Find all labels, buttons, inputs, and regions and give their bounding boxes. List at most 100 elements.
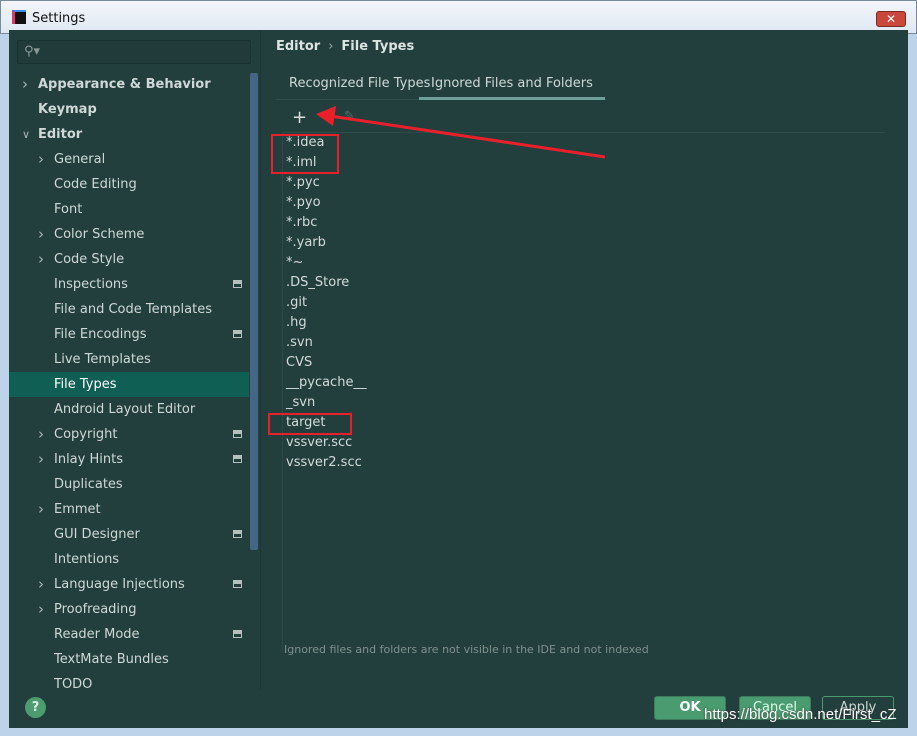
- hint-text: Ignored files and folders are not visibl…: [284, 643, 649, 656]
- search-icon: ⚲▾: [24, 44, 41, 59]
- help-button[interactable]: ?: [25, 697, 46, 718]
- sidebar-item[interactable]: Intentions: [9, 547, 249, 572]
- sidebar-item-label: Appearance & Behavior: [38, 77, 211, 92]
- chevron-right-icon[interactable]: ›: [22, 72, 28, 97]
- sidebar-item[interactable]: Inspections: [9, 272, 249, 297]
- sidebar-scrollbar[interactable]: [250, 73, 258, 550]
- sidebar-item-label: Copyright: [54, 427, 118, 442]
- sidebar-item[interactable]: File Encodings: [9, 322, 249, 347]
- sidebar-item-label: Code Editing: [54, 177, 137, 192]
- sidebar-item-label: Inspections: [54, 277, 128, 292]
- sidebar-item-label: Proofreading: [54, 602, 137, 617]
- list-item[interactable]: *.yarb: [286, 233, 326, 253]
- list-item[interactable]: *.rbc: [286, 213, 317, 233]
- list-item[interactable]: *~: [286, 253, 303, 273]
- list-item[interactable]: CVS: [286, 353, 312, 373]
- list-item[interactable]: *.iml: [286, 153, 317, 173]
- list-item[interactable]: *.pyo: [286, 193, 321, 213]
- sidebar-item[interactable]: › Language Injections: [9, 572, 249, 597]
- sidebar-item-label: Language Injections: [54, 577, 185, 592]
- project-settings-icon: [233, 330, 242, 338]
- list-item[interactable]: *.pyc: [286, 173, 320, 193]
- tab-ignored-files-and-folders[interactable]: Ignored Files and Folders: [419, 76, 605, 100]
- list-item[interactable]: target: [286, 413, 326, 433]
- sidebar-item-label: Color Scheme: [54, 227, 145, 242]
- list-item[interactable]: __pycache__: [286, 373, 366, 393]
- sidebar-item[interactable]: › Code Style: [9, 247, 249, 272]
- chevron-right-icon[interactable]: ›: [38, 597, 44, 622]
- sidebar-item[interactable]: Reader Mode: [9, 622, 249, 647]
- sidebar-item-label: Intentions: [54, 552, 120, 567]
- sidebar-item[interactable]: File and Code Templates: [9, 297, 249, 322]
- sidebar-item[interactable]: › Proofreading: [9, 597, 249, 622]
- sidebar-item[interactable]: ∨ Editor: [9, 122, 249, 147]
- search-input[interactable]: ⚲▾: [17, 40, 251, 64]
- sidebar-item-label: Android Layout Editor: [54, 402, 196, 417]
- breadcrumb-separator: ›: [328, 39, 334, 54]
- project-settings-icon: [233, 530, 242, 538]
- sidebar-item-label: TODO: [54, 677, 93, 692]
- breadcrumb: Editor › File Types: [276, 39, 414, 54]
- sidebar-item-label: Reader Mode: [54, 627, 140, 642]
- title-bar: Settings ✕: [0, 0, 917, 34]
- chevron-right-icon[interactable]: ›: [38, 247, 44, 272]
- sidebar-item[interactable]: Android Layout Editor: [9, 397, 249, 422]
- sidebar-item-label: Code Style: [54, 252, 125, 267]
- breadcrumb-parent[interactable]: Editor: [276, 39, 320, 54]
- sidebar-item-label: GUI Designer: [54, 527, 140, 542]
- chevron-right-icon[interactable]: ›: [38, 447, 44, 472]
- sidebar-item[interactable]: › Copyright: [9, 422, 249, 447]
- list-toolbar: + ✎: [282, 107, 885, 133]
- list-item[interactable]: vssver.scc: [286, 433, 352, 453]
- sidebar-item[interactable]: File Types: [9, 372, 249, 397]
- sidebar-item[interactable]: TextMate Bundles: [9, 647, 249, 672]
- sidebar-item[interactable]: › Appearance & Behavior: [9, 72, 249, 97]
- sidebar-item-label: TextMate Bundles: [54, 652, 169, 667]
- list-item[interactable]: *.idea: [286, 133, 324, 153]
- sidebar-item-label: Duplicates: [54, 477, 123, 492]
- chevron-right-icon[interactable]: ›: [38, 422, 44, 447]
- chevron-right-icon[interactable]: ›: [38, 497, 44, 522]
- sidebar-item[interactable]: Duplicates: [9, 472, 249, 497]
- list-item[interactable]: _svn: [286, 393, 315, 413]
- settings-dialog: ⚲▾ › Appearance & Behavior Keymap ∨ Editor › G…: [9, 30, 908, 728]
- tab-bar: Recognized File Types Ignored Files and …: [276, 72, 606, 100]
- sidebar-item[interactable]: Code Editing: [9, 172, 249, 197]
- sidebar-item-label: File Encodings: [54, 327, 147, 342]
- sidebar-item-label: Inlay Hints: [54, 452, 123, 467]
- project-settings-icon: [233, 280, 242, 288]
- list-item[interactable]: .DS_Store: [286, 273, 349, 293]
- sidebar-item-label: File and Code Templates: [54, 302, 212, 317]
- list-item[interactable]: .hg: [286, 313, 307, 333]
- project-settings-icon: [233, 455, 242, 463]
- list-item[interactable]: .svn: [286, 333, 313, 353]
- sidebar-item[interactable]: › Inlay Hints: [9, 447, 249, 472]
- tab-recognized-file-types[interactable]: Recognized File Types: [289, 76, 430, 91]
- sidebar-item[interactable]: › Emmet: [9, 497, 249, 522]
- edit-icon[interactable]: ✎: [344, 109, 355, 124]
- list-item[interactable]: vssver2.scc: [286, 453, 362, 473]
- ignored-list: *.idea *.iml *.pyc *.pyo *.rbc *.yarb *~ .DS_St…: [282, 133, 885, 653]
- sidebar-item[interactable]: Font: [9, 197, 249, 222]
- sidebar-item[interactable]: Keymap: [9, 97, 249, 122]
- chevron-right-icon[interactable]: ›: [38, 572, 44, 597]
- sidebar-item[interactable]: Live Templates: [9, 347, 249, 372]
- chevron-right-icon[interactable]: ›: [38, 147, 44, 172]
- add-icon[interactable]: +: [292, 107, 307, 128]
- project-settings-icon: [233, 630, 242, 638]
- project-settings-icon: [233, 580, 242, 588]
- chevron-down-icon[interactable]: ∨: [22, 122, 30, 147]
- sidebar-item[interactable]: TODO: [9, 672, 249, 692]
- sidebar-item[interactable]: › Color Scheme: [9, 222, 249, 247]
- watermark: https://blog.csdn.net/First_cZ: [704, 706, 897, 723]
- sidebar-item-label: Live Templates: [54, 352, 151, 367]
- list-item[interactable]: .git: [286, 293, 307, 313]
- sidebar-item-label: General: [54, 152, 106, 167]
- sidebar-item[interactable]: GUI Designer: [9, 522, 249, 547]
- chevron-right-icon[interactable]: ›: [38, 222, 44, 247]
- window-title: Settings: [32, 11, 86, 26]
- sidebar-item[interactable]: › General: [9, 147, 249, 172]
- sidebar-item-label: File Types: [54, 377, 117, 392]
- close-button[interactable]: ✕: [876, 11, 906, 27]
- sidebar-item-label: Editor: [38, 127, 83, 142]
